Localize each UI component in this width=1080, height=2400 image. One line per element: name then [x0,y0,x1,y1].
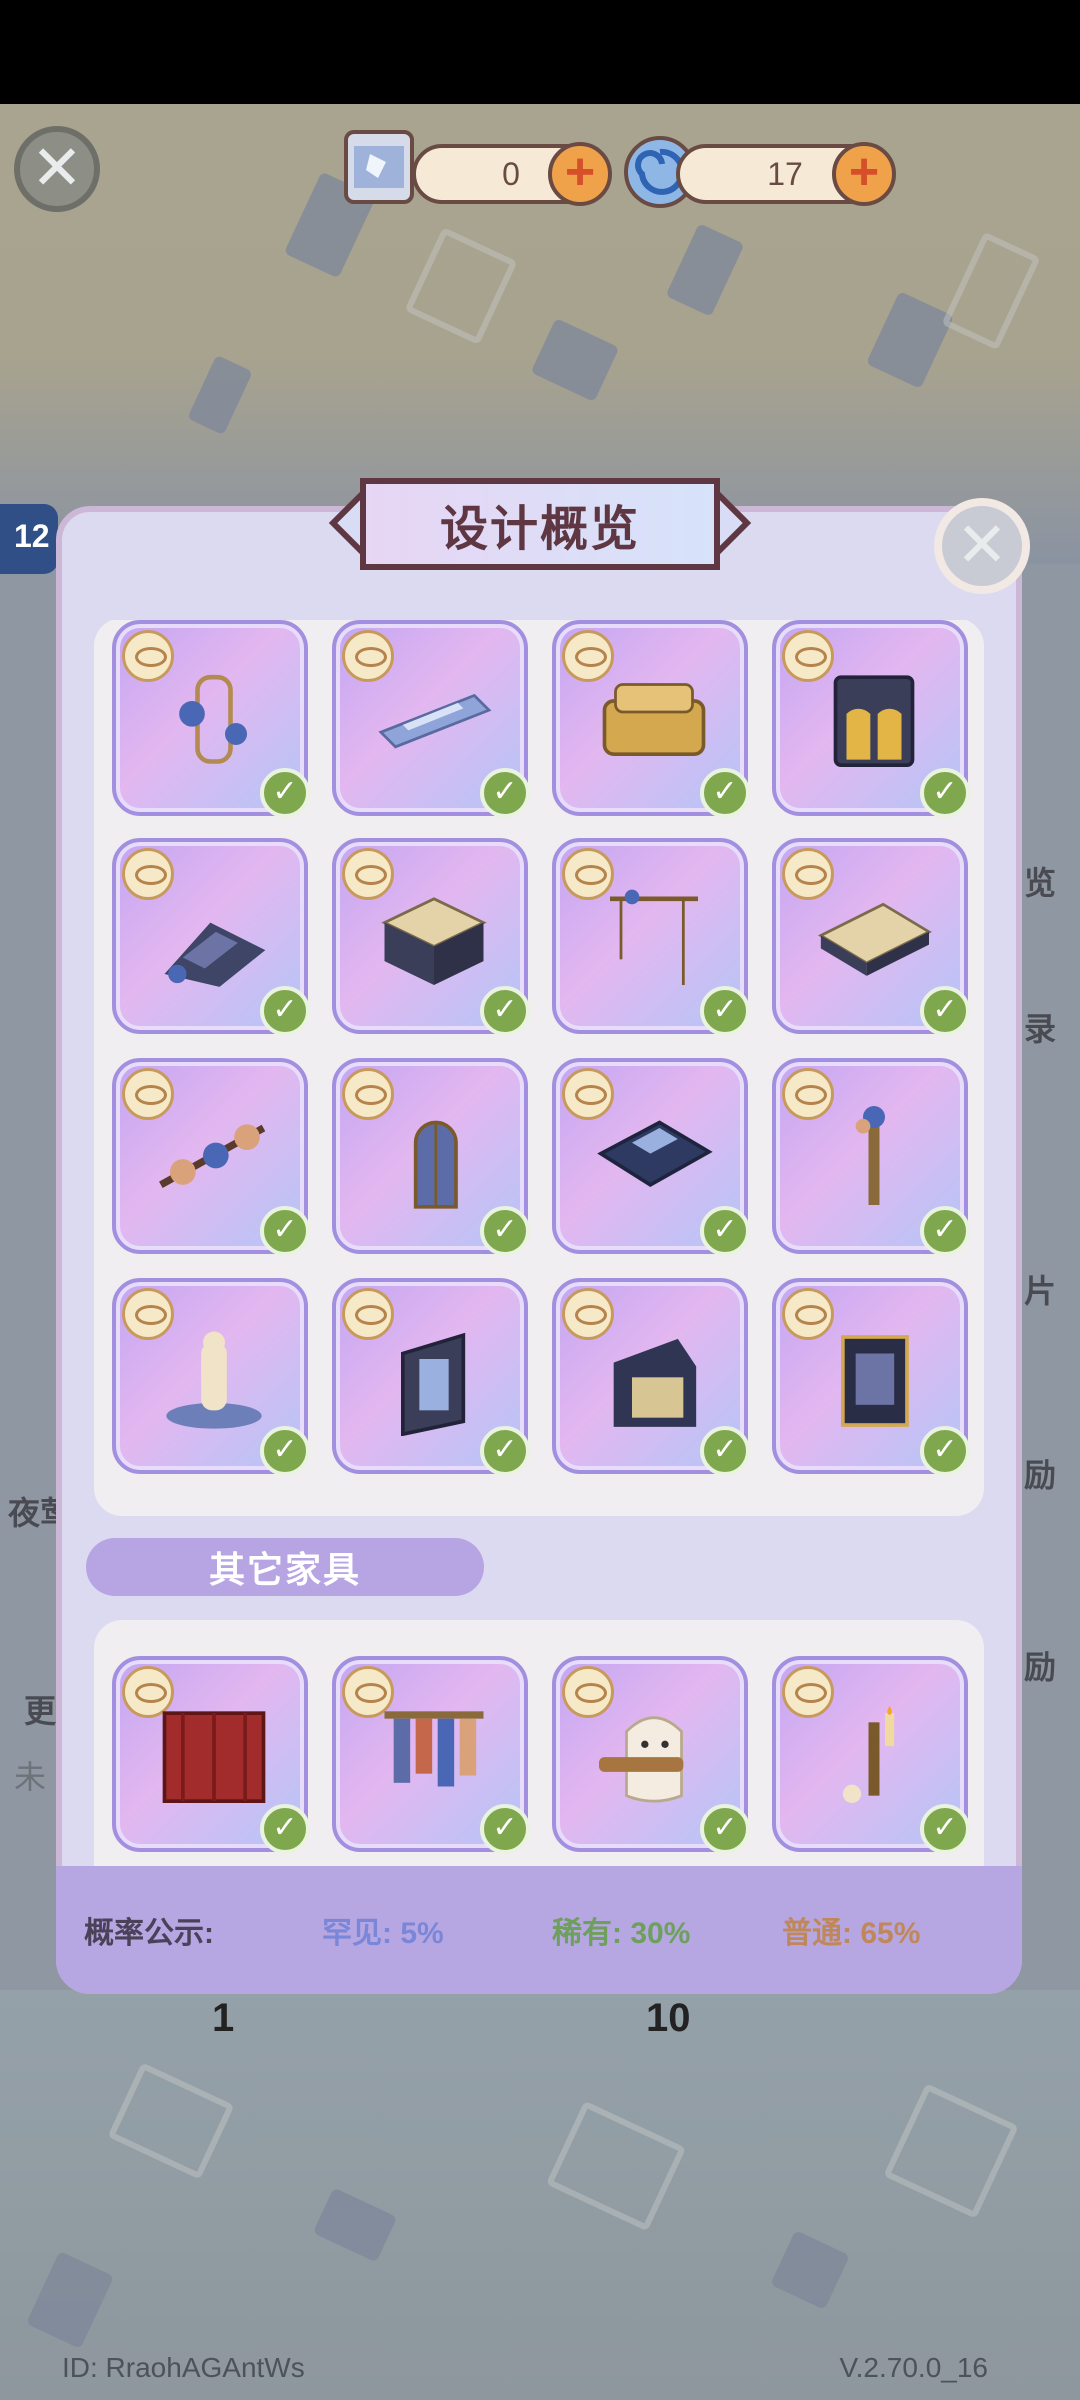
furniture-golden-sofa-icon [602,683,706,756]
side-label-left: 未 [14,1759,47,1795]
furniture-stained-glass-window-icon [413,1120,458,1209]
check-icon: ✓ [700,1206,750,1256]
furniture-angel-fountain-icon [166,1331,262,1429]
furniture-tile-rose-lamp-post[interactable]: ✓ [772,1058,970,1256]
probability-label: 概率公示: [84,1917,214,1950]
furniture-tile-marble-bed[interactable]: ✓ [772,838,970,1036]
check-icon: ✓ [700,768,750,818]
dialog-title-banner: 设计概览 [328,478,752,570]
check-icon: ✓ [260,1804,310,1854]
other-furniture-tile-red-curtain[interactable]: ✓ [112,1656,310,1854]
furniture-marble-gothic-counter-icon [381,897,487,985]
common-probability: 普通: 65% [782,1917,921,1950]
check-icon: ✓ [700,1426,750,1476]
furniture-tile-birdcage-lamp[interactable]: ✓ [112,620,310,818]
check-icon: ✓ [260,768,310,818]
furniture-red-curtain-icon [162,1711,266,1803]
draw-count-label: 10 [646,1996,691,2040]
check-icon: ✓ [480,1426,530,1476]
section-title: 其它家具 [208,1549,361,1590]
side-label-left: 更 [24,1693,57,1729]
check-icon: ✓ [920,1426,970,1476]
check-icon: ✓ [260,986,310,1036]
player-id: ID: RraohAGAntWs [62,2352,305,2383]
furniture-tile-glass-runway[interactable]: ✓ [332,620,530,818]
dialog-title: 设计概览 [439,503,640,556]
furniture-clothes-rack-icon [384,1711,484,1787]
furniture-flower-swing-icon [610,889,698,985]
close-dialog-button[interactable]: ✕ [934,498,1030,594]
background-bottom [0,1990,1080,2400]
rare-probability: 罕见: 5% [322,1917,444,1950]
scroll-counter: 0 + [412,142,612,206]
side-label-right: 励 [1024,1649,1057,1685]
side-label-right: 录 [1024,1011,1057,1047]
check-icon: ✓ [920,986,970,1036]
status-bar [0,0,1080,104]
add-swirl-button[interactable]: + [832,142,896,206]
add-scroll-button[interactable]: + [548,142,612,206]
furniture-candle-wall-sconce-icon [842,1705,895,1803]
furniture-gothic-alcove-icon [613,1338,697,1427]
draw-count-label: 1 [212,1996,235,2040]
furniture-tile-golden-sofa[interactable]: ✓ [552,620,750,818]
check-icon: ✓ [480,1804,530,1854]
check-icon: ✓ [480,1206,530,1256]
furniture-tile-flower-swing[interactable]: ✓ [552,838,750,1036]
side-label-right: 览 [1024,865,1057,901]
furniture-birdcage-lamp-icon [179,674,247,764]
furniture-tile-gothic-alcove[interactable]: ✓ [552,1278,750,1476]
check-icon: ✓ [260,1426,310,1476]
furniture-tile-gothic-booth[interactable]: ✓ [772,1278,970,1476]
level-badge: 12 [0,504,58,574]
side-label-right: 励 [1024,1457,1057,1493]
furniture-marble-bed-icon [817,902,932,976]
close-icon: ✕ [956,511,1008,580]
other-furniture-tile-ghost-cat-waiter[interactable]: ✓ [552,1656,750,1854]
check-icon: ✓ [920,1206,970,1256]
furniture-ghost-cat-waiter-icon [599,1716,684,1803]
check-icon: ✓ [920,768,970,818]
furniture-gothic-booth-icon [841,1335,909,1427]
furniture-tile-gothic-mirror-wardrobe[interactable]: ✓ [332,1278,530,1476]
furniture-gothic-mirror-wardrobe-icon [401,1332,466,1436]
furniture-glass-runway-icon [378,693,492,749]
furniture-rose-garland-icon [159,1124,266,1189]
furniture-tile-gothic-cabinet[interactable]: ✓ [772,620,970,818]
furniture-rose-staircase-icon [164,922,266,987]
other-furniture-tile-candle-wall-sconce[interactable]: ✓ [772,1656,970,1854]
furniture-tile-checkered-stage[interactable]: ✓ [552,1058,750,1256]
check-icon: ✓ [700,986,750,1036]
furniture-tile-rose-garland[interactable]: ✓ [112,1058,310,1256]
furniture-gothic-cabinet-icon [833,675,915,767]
scroll-clip-edge [94,606,984,620]
side-label-right: 片 [1024,1273,1057,1309]
other-furniture-tile-clothes-rack[interactable]: ✓ [332,1656,530,1854]
level-badge-number: 12 [14,518,50,554]
furniture-checkered-stage-icon [597,1120,713,1187]
check-icon: ✓ [920,1804,970,1854]
swirl-count: 17 [767,156,803,192]
close-page-button[interactable]: ✕ [14,126,100,212]
furniture-tile-rose-staircase[interactable]: ✓ [112,838,310,1036]
check-icon: ✓ [480,986,530,1036]
furniture-tile-angel-fountain[interactable]: ✓ [112,1278,310,1476]
close-icon: ✕ [31,134,83,203]
check-icon: ✓ [260,1206,310,1256]
scroll-count: 0 [502,156,520,192]
furniture-tile-marble-gothic-counter[interactable]: ✓ [332,838,530,1036]
furniture-rose-lamp-post-icon [855,1106,885,1205]
uncommon-probability: 稀有: 30% [552,1917,691,1950]
swirl-counter: 17 + [676,142,896,206]
furniture-tile-stained-glass-window[interactable]: ✓ [332,1058,530,1256]
section-header-other-furniture: 其它家具 [86,1538,484,1596]
check-icon: ✓ [480,768,530,818]
check-icon: ✓ [700,1804,750,1854]
app-version: V.2.70.0_16 [839,2352,988,2383]
